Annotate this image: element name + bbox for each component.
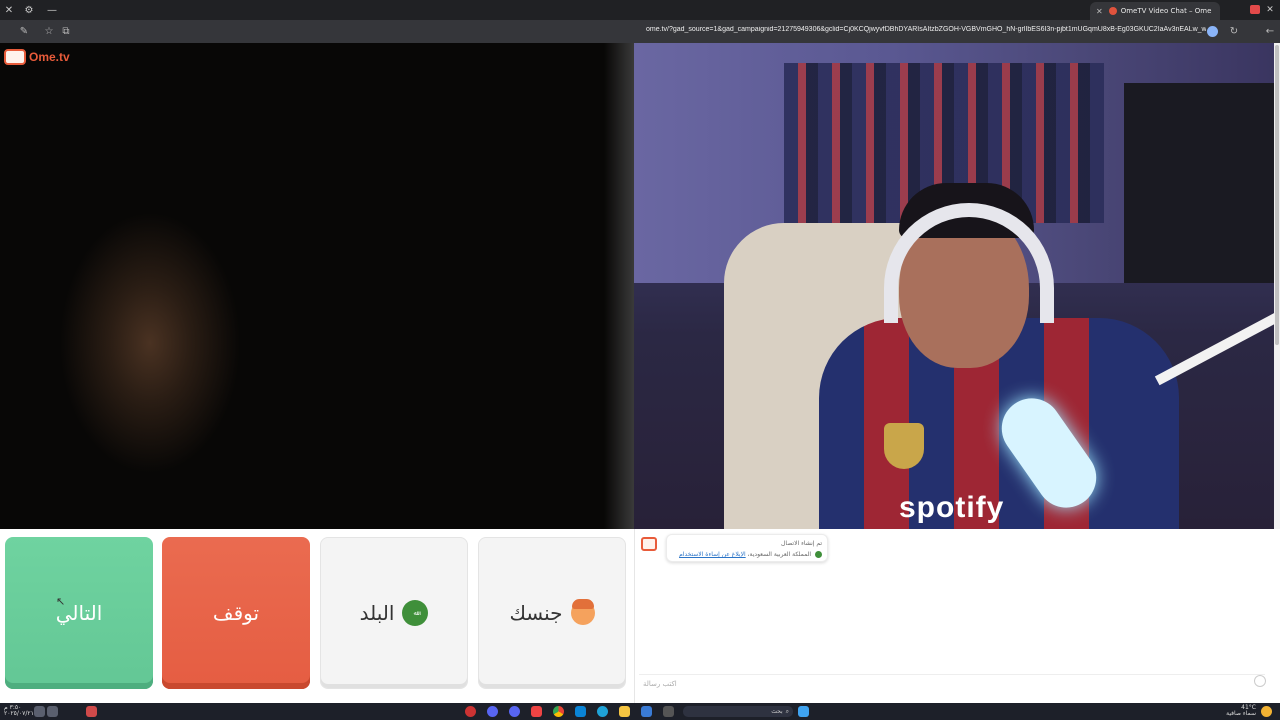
page-scrollbar[interactable]	[1274, 43, 1280, 529]
chat-input-placeholder: اكتب رسالة	[643, 680, 677, 688]
browser-tabbar: ✕ ⚙ — + ✕ OmeTV Video Chat – Ome ✕	[0, 0, 1280, 20]
edge-icon[interactable]	[597, 706, 608, 717]
windows-start-icon[interactable]	[798, 706, 809, 717]
calendar-icon[interactable]	[531, 706, 542, 717]
jersey-sponsor-text: spotify	[899, 491, 1005, 524]
chat-panel: تم إنشاء الاتصال المملكة العربية السعودي…	[634, 529, 1274, 703]
logo-text: Ome.tv	[29, 50, 70, 64]
close-window-icon[interactable]: ✕	[2, 3, 16, 17]
url-field[interactable]: ome.tv/?gad_source=1&gad_campaignid=2127…	[646, 26, 1206, 38]
boy-emoji-icon	[570, 599, 595, 625]
app-icon-3[interactable]	[663, 706, 674, 717]
tab-title: OmeTV Video Chat – Ome	[1120, 7, 1212, 15]
tab-ometv[interactable]: ✕ OmeTV Video Chat – Ome	[1090, 2, 1220, 20]
ometv-chat-avatar-icon	[641, 537, 657, 551]
ometv-favicon-icon	[1108, 7, 1117, 15]
system-message: تم إنشاء الاتصال المملكة العربية السعودي…	[666, 534, 828, 562]
clock-date: ٢٠٢٥/٠٧/٢١	[4, 710, 34, 717]
search-icon: ⌕	[785, 707, 789, 715]
bookmark-star-icon[interactable]: ☆	[42, 24, 56, 38]
weather-widget[interactable]: 41°C سماء صافية	[1226, 705, 1256, 717]
tab-close-icon[interactable]: ✕	[1096, 7, 1103, 16]
network-icon[interactable]	[47, 706, 58, 717]
country-label: البلد	[359, 601, 395, 625]
site-info-icon[interactable]: ⧉	[59, 24, 73, 38]
system-message-line2: المملكة العربية السعودية، الإبلاغ عن إسا…	[672, 549, 822, 560]
background-tv	[1124, 83, 1274, 283]
system-message-country: المملكة العربية السعودية	[749, 551, 812, 558]
remote-video: spotify	[634, 43, 1274, 529]
window-close-icon[interactable]: ✕	[1262, 2, 1278, 18]
emoji-icon[interactable]	[1254, 675, 1266, 687]
address-bar: ✎ ☆ ⧉ ome.tv/?gad_source=1&gad_campaigni…	[0, 20, 1280, 43]
back-arrow-icon[interactable]: ←	[1263, 24, 1277, 38]
extension-icon[interactable]: ✎	[17, 24, 31, 38]
taskbar-search[interactable]: بحث ⌕	[683, 706, 793, 717]
gender-button[interactable]: جنسك	[478, 537, 626, 689]
app-icon-1[interactable]	[465, 706, 476, 717]
system-message-line1: تم إنشاء الاتصال	[781, 540, 822, 547]
local-video: Ome.tv	[0, 43, 634, 529]
report-abuse-link[interactable]: الإبلاغ عن إساءة الاستخدام	[679, 551, 746, 558]
discord-icon[interactable]	[487, 706, 498, 717]
weather-moon-icon	[1261, 706, 1272, 717]
mouse-cursor-icon: ↖	[56, 595, 66, 608]
tv-logo-icon	[4, 49, 26, 65]
weather-desc: سماء صافية	[1226, 710, 1256, 717]
minimize-icon[interactable]: —	[45, 3, 59, 17]
folder-icon[interactable]	[619, 706, 630, 717]
chrome-icon[interactable]	[553, 706, 564, 717]
settings-icon[interactable]: ⚙	[22, 3, 36, 17]
stop-button[interactable]: توقف	[162, 537, 310, 689]
ometv-page: Ome.tv spotify التالي ↖ توقف البلد ﷲ جنس…	[0, 43, 1280, 703]
stop-label: توقف	[212, 601, 260, 625]
discord-alt-icon[interactable]	[509, 706, 520, 717]
record-indicator-icon	[1250, 5, 1260, 14]
clock[interactable]: ٣:٥٠ م ٢٠٢٥/٠٧/٢١	[4, 705, 34, 717]
search-label: بحث	[771, 708, 783, 715]
saudi-flag-small-icon	[815, 551, 822, 558]
ometv-logo[interactable]: Ome.tv	[4, 49, 70, 65]
gender-label: جنسك	[509, 601, 563, 625]
microphone-icon[interactable]	[86, 706, 97, 717]
club-crest	[884, 423, 924, 469]
reload-icon[interactable]: ↻	[1227, 24, 1241, 38]
profile-avatar[interactable]	[1207, 26, 1218, 37]
next-button[interactable]: التالي	[5, 537, 153, 689]
mic-arm	[1154, 310, 1274, 386]
country-button[interactable]: البلد ﷲ	[320, 537, 468, 689]
saudi-flag-icon: ﷲ	[402, 600, 429, 626]
speaker-icon[interactable]	[34, 706, 45, 717]
chat-input[interactable]: اكتب رسالة	[639, 674, 1265, 694]
windows-taskbar: ٣:٥٠ م ٢٠٢٥/٠٧/٢١ بحث ⌕ 41°C سماء صافية	[0, 703, 1280, 720]
scrollbar-thumb[interactable]	[1275, 45, 1279, 345]
app-icon-2[interactable]	[641, 706, 652, 717]
store-icon[interactable]	[575, 706, 586, 717]
